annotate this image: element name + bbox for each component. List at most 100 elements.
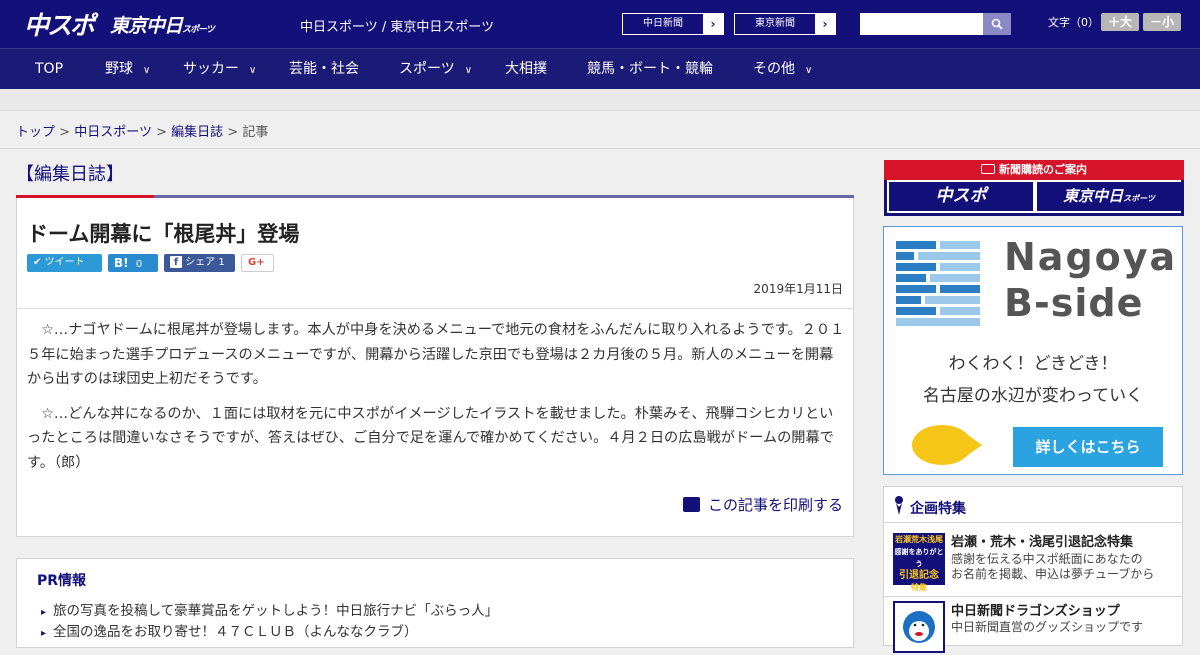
ribbon-icon — [895, 496, 903, 515]
search-icon — [991, 18, 1003, 30]
pr-link[interactable]: 全国の逸品をお取り寄せ！４７ＣＬＵＢ（よんななクラブ） — [41, 620, 418, 640]
divider — [0, 148, 1200, 149]
hatena-count: 0 — [135, 259, 143, 270]
facebook-share-count: 1 — [218, 257, 225, 268]
nav-item-baseball[interactable]: 野球 ∨ — [105, 49, 150, 90]
facebook-share-label: シェア — [185, 257, 216, 268]
chunichi-shimbun-link[interactable]: 中日新聞 › — [622, 13, 724, 35]
fish-tail — [968, 435, 982, 455]
subscription-bar: 新聞購読のご案内 — [884, 160, 1184, 180]
fish-mascot-icon — [912, 425, 972, 465]
newspaper-icon — [981, 164, 995, 174]
search-box — [860, 13, 1011, 35]
google-plus-icon: G+ — [248, 257, 265, 268]
nav-label: 大相撲 — [505, 61, 547, 77]
breadcrumb-current: 記事 — [242, 125, 269, 140]
twitter-icon: ✔ — [33, 257, 42, 268]
chuspo-logo[interactable]: 中スポ — [24, 6, 95, 42]
font-larger-button[interactable]: ＋大 — [1101, 13, 1139, 31]
ad-tagline: わくわく！どきどき！ — [948, 354, 1118, 374]
feature-item-desc: 中日新聞直営のグッズショップです — [951, 620, 1144, 634]
nav-item-sumo[interactable]: 大相撲 — [505, 49, 547, 90]
chevron-right-icon: › — [815, 14, 835, 34]
nav-label: 野球 — [105, 61, 133, 77]
breadcrumb-separator: > — [59, 125, 71, 140]
feature-title: 企画特集 — [910, 501, 966, 517]
nav-label: その他 — [753, 61, 795, 77]
nav-item-entertainment[interactable]: 芸能・社会 — [289, 49, 359, 90]
facebook-icon: f — [170, 256, 182, 268]
nav-item-racing[interactable]: 競馬・ボート・競輪 — [587, 49, 713, 90]
nav-label: TOP — [35, 61, 64, 77]
facebook-share-button[interactable]: f シェア 1 — [164, 254, 235, 272]
feature-section: 企画特集 岩瀬荒木浅尾 感謝をありがとう 引退記念 特集 岩瀬・荒木・浅尾引退記… — [883, 486, 1183, 653]
feature-header: 企画特集 — [884, 487, 1182, 523]
article-paragraph: ☆…ナゴヤドームに根尾丼が登場します。本人が中身を決めるメニューで地元の食材をふ… — [27, 322, 845, 387]
category-heading: 【編集日誌】 — [16, 164, 124, 185]
breadcrumb-separator: > — [156, 125, 167, 140]
dragons-mascot-icon — [903, 611, 935, 643]
tokyo-shimbun-link[interactable]: 東京新聞 › — [734, 13, 836, 35]
subscription-label: 新聞購読のご案内 — [999, 163, 1087, 176]
breadcrumb: トップ > 中日スポーツ > 編集日誌 > 記事 — [16, 121, 268, 140]
feature-item-title: 中日新聞ドラゴンズショップ — [951, 604, 1120, 619]
feature-item-desc: 感謝を伝える中スポ紙面にあなたの — [951, 552, 1143, 566]
chevron-down-icon: ∨ — [805, 65, 813, 76]
chevron-down-icon: ∨ — [143, 65, 151, 76]
nav-item-soccer[interactable]: サッカー ∨ — [183, 49, 256, 90]
pr-section: PR情報 旅の写真を投稿して豪華賞品をゲットしよう！中日旅行ナビ「ぶらっ人」 全… — [16, 558, 854, 648]
nav-item-other[interactable]: その他 ∨ — [753, 49, 812, 90]
subscription-banner[interactable]: 新聞購読のご案内 中スポ 東京中日スポーツ — [884, 160, 1184, 216]
subscribe-tokyo-sub: スポーツ — [1123, 194, 1155, 203]
pr-link[interactable]: 旅の写真を投稿して豪華賞品をゲットしよう！中日旅行ナビ「ぶらっ人」 — [41, 599, 498, 619]
thumb-line: 感謝をありがとう — [894, 548, 944, 568]
google-plus-button[interactable]: G+ — [241, 254, 274, 272]
thumb-line: 特集 — [911, 583, 927, 592]
search-button[interactable] — [983, 13, 1011, 35]
hatena-icon: B! — [114, 256, 129, 270]
print-label: この記事を印刷する — [707, 496, 843, 514]
thumb-line: 引退記念 — [899, 570, 939, 581]
wall-graphic — [896, 241, 982, 326]
breadcrumb-top[interactable]: トップ — [16, 125, 55, 140]
breadcrumb-editorial-diary[interactable]: 編集日誌 — [171, 125, 223, 140]
divider — [17, 308, 853, 309]
nav-item-top[interactable]: TOP — [35, 49, 63, 90]
feature-item[interactable]: 岩瀬荒木浅尾 感謝をありがとう 引退記念 特集 岩瀬・荒木・浅尾引退記念特集 感… — [884, 523, 1182, 597]
main-nav: TOP 野球 ∨ サッカー ∨ 芸能・社会 スポーツ ∨ 大相撲 競馬・ボート・競輪 … — [0, 48, 1200, 89]
site-header: 中スポ 東京中日スポーツ 中日スポーツ / 東京中日スポーツ 中日新聞 › 東京… — [0, 0, 1200, 48]
subscribe-tokyo-label: 東京中日 — [1063, 187, 1124, 205]
tweet-label: ツイート — [44, 257, 85, 268]
nagoya-bside-ad[interactable]: Nagoya B-side わくわく！どきどき！ 名古屋の水辺が変わっていく 詳… — [883, 226, 1183, 475]
tokyo-chunichi-logo[interactable]: 東京中日スポーツ — [110, 11, 215, 38]
ad-title-line1: Nagoya — [1004, 235, 1178, 279]
hatena-bookmark-button[interactable]: B! 0 — [108, 254, 158, 272]
search-input[interactable] — [860, 13, 983, 35]
nav-label: 芸能・社会 — [289, 61, 359, 77]
article-body: ☆…ナゴヤドームに根尾丼が登場します。本人が中身を決めるメニューで地元の食材をふ… — [27, 318, 845, 485]
font-size-label: 文字（0） — [1048, 16, 1099, 29]
subscribe-tokyo-button[interactable]: 東京中日スポーツ — [1037, 182, 1181, 211]
print-article-link[interactable]: この記事を印刷する — [682, 494, 843, 515]
tokyo-logo-main: 東京中日 — [110, 15, 183, 37]
ad-tagline: 名古屋の水辺が変わっていく — [922, 386, 1144, 406]
paper-link-label: 中日新聞 — [643, 18, 683, 29]
dragons-mascot-thumbnail — [893, 601, 945, 653]
font-smaller-button[interactable]: －小 — [1143, 13, 1181, 31]
paper-link-label: 東京新聞 — [755, 18, 795, 29]
nav-label: スポーツ — [399, 61, 455, 77]
chevron-down-icon: ∨ — [464, 65, 473, 76]
nav-item-sports[interactable]: スポーツ ∨ — [399, 49, 472, 90]
feature-item-title: 岩瀬・荒木・浅尾引退記念特集 — [951, 535, 1134, 550]
feature-item[interactable]: 中日新聞ドラゴンズショップ 中日新聞直営のグッズショップです — [884, 598, 1182, 653]
ad-details-button[interactable]: 詳しくはこちら — [1013, 427, 1163, 467]
ad-title-line2: B-side — [1004, 281, 1144, 325]
tweet-button[interactable]: ✔ ツイート — [27, 254, 102, 272]
site-title: 中日スポーツ / 東京中日スポーツ — [300, 20, 495, 35]
tokyo-logo-sub: スポーツ — [182, 25, 215, 35]
breadcrumb-chunichi-sports[interactable]: 中日スポーツ — [74, 125, 152, 140]
feature-item-desc: お名前を掲載、申込は夢チューブから — [951, 567, 1155, 581]
subscribe-chuspo-button[interactable]: 中スポ — [889, 182, 1033, 211]
article-date: 2019年1月11日 — [753, 282, 843, 296]
pr-title: PR情報 — [37, 573, 87, 589]
